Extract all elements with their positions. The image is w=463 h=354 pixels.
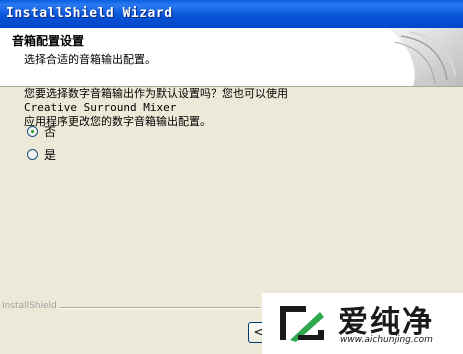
footer-divider xyxy=(60,307,260,309)
installshield-label: InstallShield xyxy=(2,301,57,311)
prompt-line2: 应用程序更改您的数字音箱输出配置。 xyxy=(24,115,211,128)
window-title: InstallShield Wizard xyxy=(6,6,173,21)
product-name: Creative Surround Mixer xyxy=(24,101,177,114)
radio-label-yes: 是 xyxy=(44,147,57,162)
prompt-text: 您要选择数字音箱输出作为默认设置吗？您也可以使用 Creative Surrou… xyxy=(24,87,456,129)
wizard-header: 音箱配置设置 选择合适的音箱输出配置。 xyxy=(0,28,463,87)
page-subtitle: 选择合适的音箱输出配置。 xyxy=(24,53,156,66)
radio-option-yes[interactable]: 是 xyxy=(27,146,56,162)
page-title: 音箱配置设置 xyxy=(12,34,85,48)
watermark-url: www.aichunjing.com xyxy=(340,335,433,345)
prompt-line1: 您要选择数字音箱输出作为默认设置吗？您也可以使用 xyxy=(24,87,288,100)
radio-checked-icon[interactable] xyxy=(27,125,38,137)
radio-unchecked-icon[interactable] xyxy=(27,148,38,160)
title-bar[interactable]: InstallShield Wizard xyxy=(0,0,463,28)
page-curl-graphic-icon xyxy=(383,28,463,86)
watermark-overlay: 爱纯净 www.aichunjing.com xyxy=(262,293,463,354)
watermark-logo-icon xyxy=(280,306,324,342)
radio-label-no: 否 xyxy=(44,124,57,139)
radio-option-no[interactable]: 否 xyxy=(27,123,56,139)
